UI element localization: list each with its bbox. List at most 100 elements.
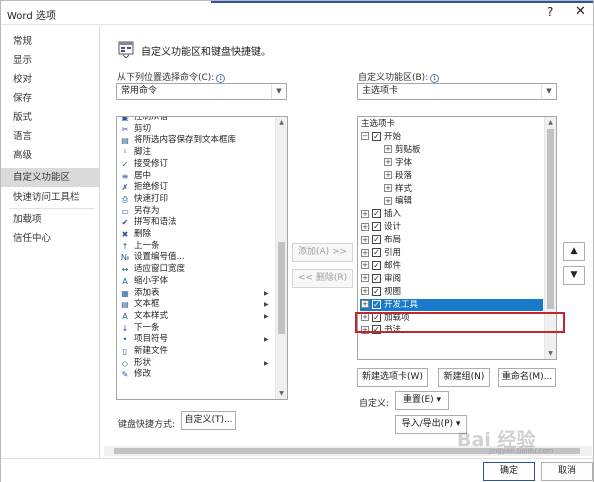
command-list-item[interactable]: ✗ 拒绝修订 [117,182,275,193]
tree-item[interactable]: − ✓ 开始 [360,131,537,143]
expand-icon[interactable]: + [361,235,369,244]
tree-item[interactable]: + ✓ 设计 [360,221,537,233]
customize-ribbon-combo[interactable]: 主选项卡 ▼ [357,83,557,100]
tab-checkbox[interactable]: ✓ [372,248,381,257]
command-list-item[interactable]: ✖ 删除 [117,229,275,240]
command-list-item[interactable]: ≡ 居中 [117,171,275,182]
command-list-item[interactable]: ↑ 上一条 [117,241,275,252]
command-list-item[interactable]: ✎ 修改 [117,369,275,380]
commands-list-scrollbar[interactable]: ▲ ▼ [275,117,287,399]
tab-checkbox[interactable]: ✓ [372,209,381,219]
command-list-item[interactable]: ¹ 脚注 [117,147,275,158]
new-tab-button[interactable]: 新建选项卡(W) [357,368,428,387]
scroll-up-icon[interactable]: ▲ [545,117,556,128]
ok-button[interactable]: 确定 [483,462,535,481]
command-list-item[interactable]: ▤ 将所选内容保存到文本框库 [117,135,275,146]
expand-icon[interactable]: + [384,196,392,205]
command-list-item[interactable]: ✂ 剪切 [117,124,275,135]
nav-item-add-ins[interactable]: 加载项 [1,210,99,229]
tab-checkbox[interactable]: ✓ [372,222,381,232]
expand-icon[interactable]: + [361,248,369,257]
scroll-up-icon[interactable]: ▲ [276,117,287,128]
tree-item[interactable]: + ✓ 邮件 [360,260,537,272]
command-list-item[interactable]: ↔ 适应窗口宽度 [117,264,275,275]
command-list-item[interactable]: ⎙ 快速打印 [117,194,275,205]
command-list-item[interactable]: ▯ 新建文件 [117,346,275,357]
command-list-item[interactable]: A 文本样式 ▶ [117,311,275,322]
tree-item[interactable]: + 段落 [383,170,537,182]
command-list-item[interactable]: ▤ 文本框 ▶ [117,299,275,310]
expand-icon[interactable]: + [384,171,392,180]
tree-item-developer[interactable]: + ✓ 开发工具 [360,298,543,311]
command-list-item[interactable]: ▦ 添加表 ▶ [117,288,275,299]
tab-checkbox[interactable]: ✓ [372,131,381,141]
rename-button[interactable]: 重命名(M)... [498,368,556,387]
tab-checkbox[interactable]: ✓ [372,235,381,245]
command-list-item[interactable]: ✔ 拼写和语法 [117,217,275,228]
expand-icon[interactable]: + [361,261,369,270]
close-button[interactable]: ✕ [575,4,586,19]
new-group-button[interactable]: 新建组(N) [438,368,490,387]
nav-item-proofing[interactable]: 校对 [1,70,99,89]
expand-icon[interactable]: + [361,287,369,296]
command-list-item[interactable]: • 项目符号 ▶ [117,334,275,345]
help-button[interactable]: ? [547,5,553,19]
reset-button[interactable]: 重置(E) ▾ [395,391,449,410]
nav-item-advanced[interactable]: 高级 [1,146,99,165]
command-list-item[interactable]: ◇ 形状 ▶ [117,358,275,369]
nav-item-customize-ribbon[interactable]: 自定义功能区 [1,168,99,187]
tree-item-label: 布局 [384,235,402,246]
choose-commands-combo[interactable]: 常用命令 ▼ [116,83,287,100]
commands-list[interactable]: ▣ 控制从宿 ✂ 剪切 ▤ 将所选内容保存到文本框库 ¹ 脚注 ✓ 接受修订 ≡ 居中 ✗ 拒绝修订 ⎙ 快速… [116,116,288,400]
tab-checkbox[interactable]: ✓ [372,286,381,296]
tree-item[interactable]: + 样式 [383,183,537,195]
expand-icon[interactable]: + [384,158,392,167]
cancel-button[interactable]: 取消 [541,462,593,481]
customize-shortcuts-button[interactable]: 自定义(T)... [181,411,236,430]
nav-item-quick-access-toolbar[interactable]: 快速访问工具栏 [1,188,99,207]
choose-commands-label: 从下列位置选择命令(C): i [117,70,226,83]
tree-item-label: 开发工具 [384,299,419,310]
tree-item[interactable]: + 字体 [383,157,537,169]
collapse-icon[interactable]: − [361,132,369,141]
tab-checkbox[interactable]: ✓ [372,273,381,283]
nav-item-save[interactable]: 保存 [1,89,99,108]
expand-icon[interactable]: + [384,184,392,192]
nav-item-language[interactable]: 语言 [1,127,99,146]
expand-icon[interactable]: + [361,274,369,283]
tree-item[interactable]: + 编辑 [383,195,537,207]
tree-item[interactable]: + 剪贴板 [383,144,537,156]
print-icon: ⎙ [121,194,129,204]
tab-checkbox[interactable]: ✓ [372,299,381,309]
scroll-down-icon[interactable]: ▼ [276,388,287,399]
nav-item-layout[interactable]: 版式 [1,108,99,127]
command-list-item[interactable]: A 缩小字体 [117,276,275,287]
expand-icon[interactable]: + [384,145,392,154]
expand-icon[interactable]: + [361,300,369,309]
move-up-button[interactable]: ▲ [563,242,585,261]
command-label: 脚注 [134,147,152,158]
command-list-item[interactable]: ▭ 另存为 [117,206,275,217]
tree-item[interactable]: + ✓ 引用 [360,247,537,259]
tree-item[interactable]: + ✓ 视图 [360,286,537,298]
tree-item[interactable]: + ✓ 插入 [360,208,537,220]
move-down-button[interactable]: ▼ [563,266,585,285]
command-list-item[interactable]: № 设置编号值... [117,252,275,263]
command-list-item[interactable]: ↓ 下一条 [117,323,275,334]
tree-item[interactable]: 主选项卡 [360,118,537,130]
expand-icon[interactable]: + [361,209,369,218]
tree-item[interactable]: + ✓ 布局 [360,234,537,246]
scroll-down-icon[interactable]: ▼ [545,348,556,359]
tree-item[interactable]: + ✓ 审阅 [360,273,537,285]
nav-item-display[interactable]: 显示 [1,51,99,70]
expand-icon[interactable]: + [361,222,369,231]
tab-checkbox[interactable]: ✓ [372,260,381,270]
command-list-item[interactable]: ▣ 控制从宿 [117,117,275,123]
nav-item-general[interactable]: 常规 [1,32,99,51]
remove-button[interactable]: << 删除(R) [292,269,353,288]
scroll-thumb[interactable] [278,242,285,334]
add-button[interactable]: 添加(A) >> [292,243,353,262]
nav-item-trust-center[interactable]: 信任中心 [1,229,99,248]
command-list-item[interactable]: ✓ 接受修订 [117,159,275,170]
scroll-thumb[interactable] [547,129,554,309]
